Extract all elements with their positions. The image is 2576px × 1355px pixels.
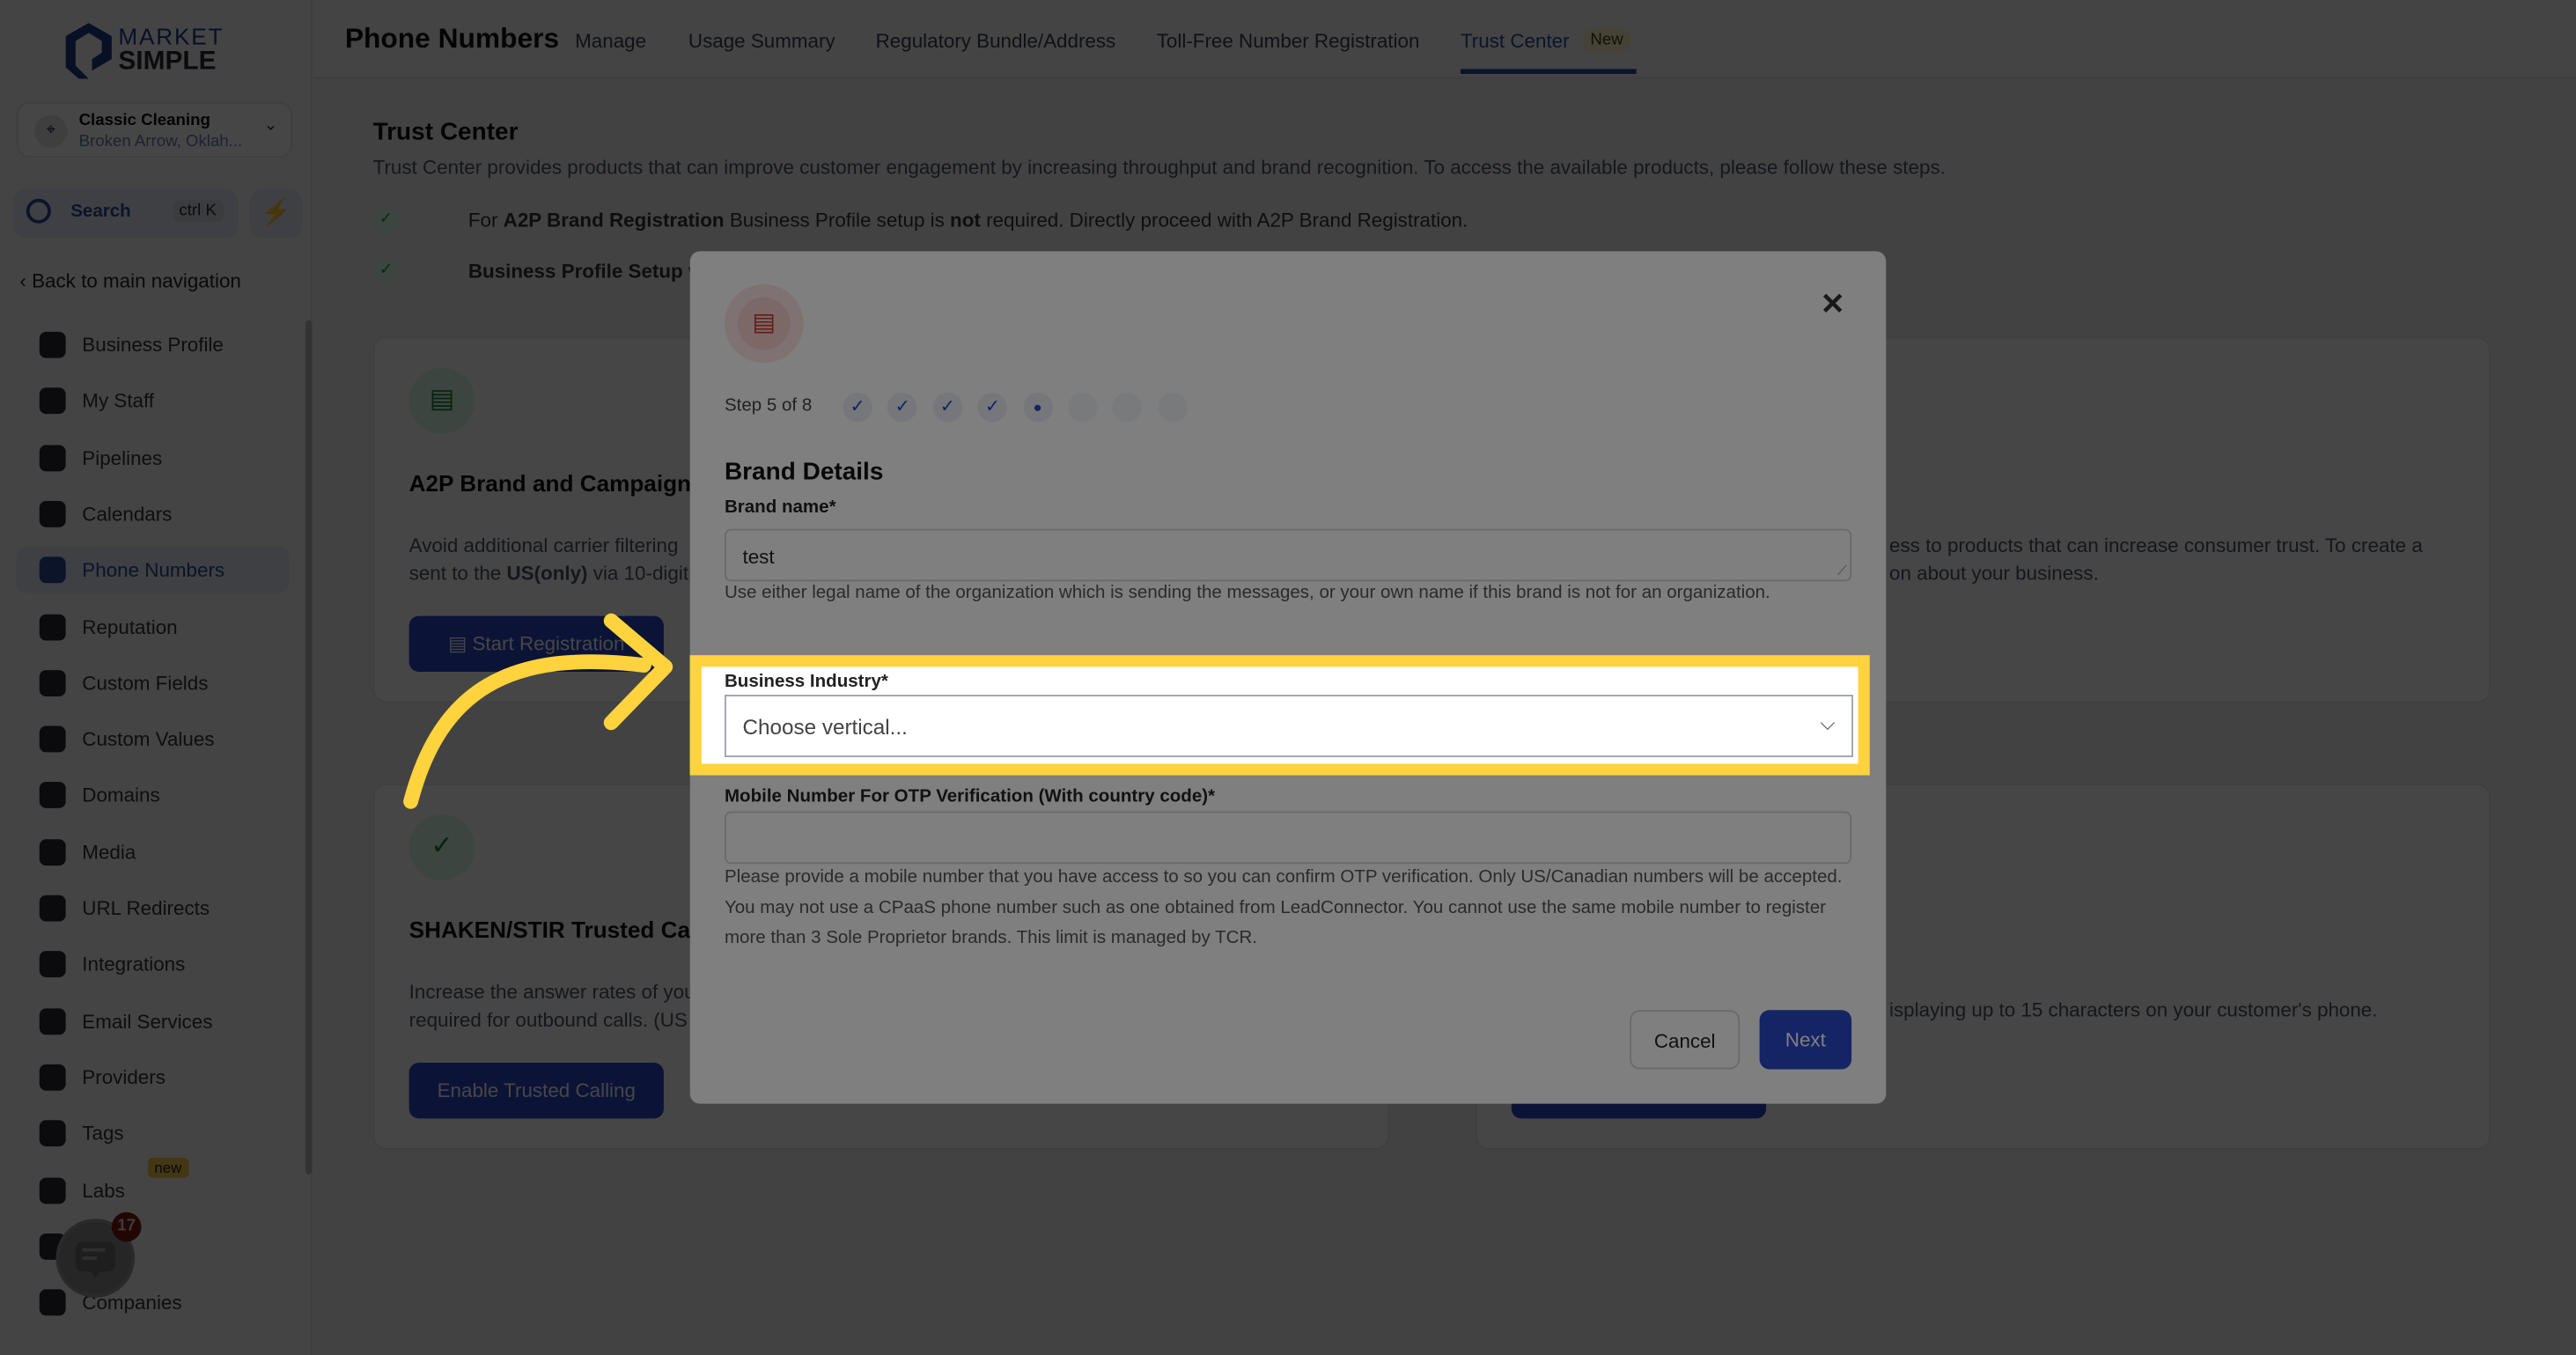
tutorial-arrow-icon	[403, 613, 673, 809]
screen: MARKET SIMPLE ⌖ Classic Cleaning Broken …	[0, 0, 2576, 1355]
